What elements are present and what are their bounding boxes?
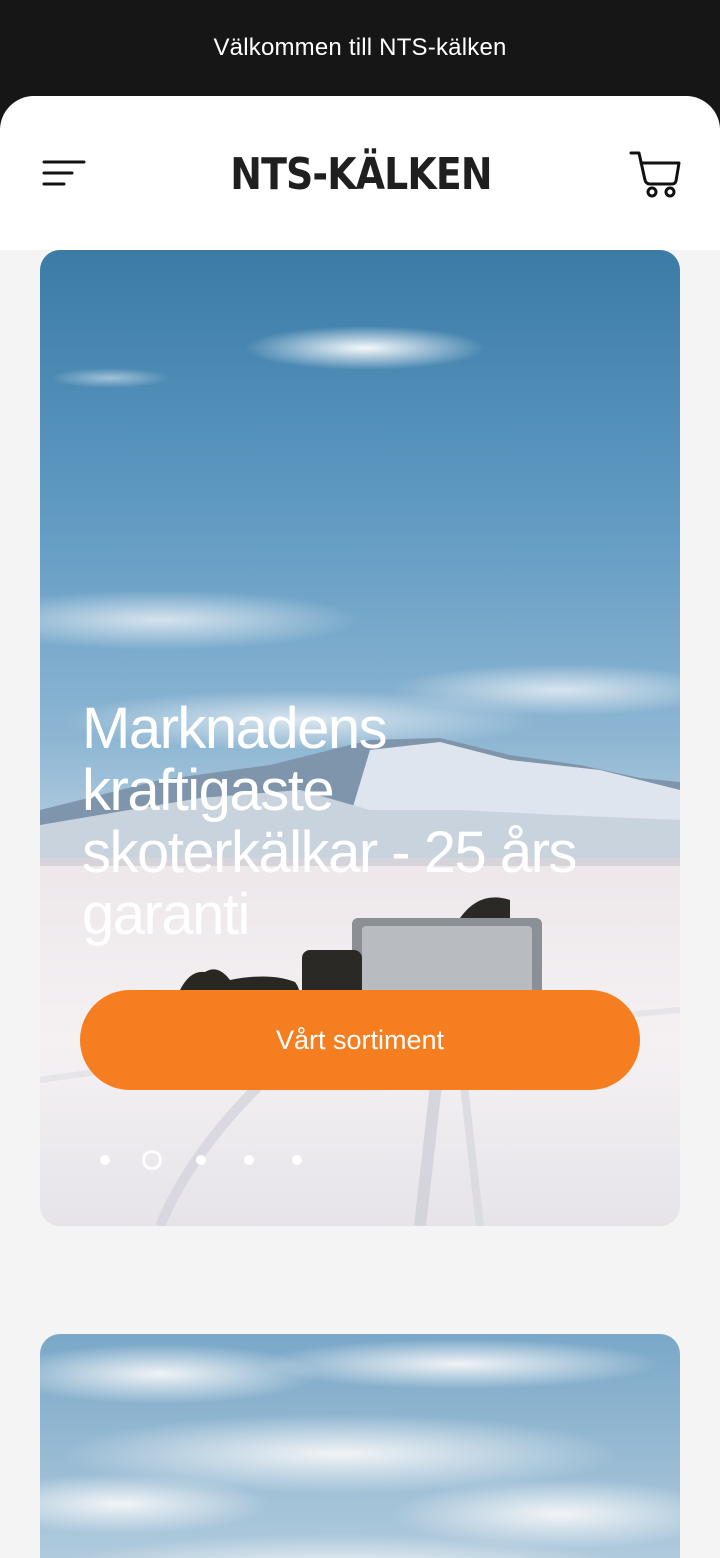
secondary-banner-image — [40, 1334, 680, 1558]
site-header: NTS-KÄLKEN — [0, 96, 720, 250]
slide-dot-1[interactable] — [100, 1155, 110, 1165]
hamburger-menu-icon — [42, 160, 86, 186]
logo-text: NTS-KÄLKEN — [230, 148, 492, 200]
hero-title: Marknadens kraftigaste skoterkälkar - 25… — [82, 696, 577, 947]
menu-button[interactable] — [40, 154, 88, 192]
cart-button[interactable] — [628, 148, 682, 200]
site-logo[interactable]: NTS-KÄLKEN — [230, 142, 492, 206]
slide-pagination — [96, 1148, 316, 1172]
slide-dot-5[interactable] — [292, 1155, 302, 1165]
shopping-cart-icon — [629, 151, 681, 198]
secondary-banner — [40, 1334, 680, 1558]
slide-dot-4[interactable] — [244, 1155, 254, 1165]
announcement-text: Välkommen till NTS-kälken — [213, 34, 507, 61]
slide-dot-3[interactable] — [196, 1155, 206, 1165]
hero-slideshow: Marknadens kraftigaste skoterkälkar - 25… — [40, 250, 680, 1226]
slide-dot-2[interactable] — [142, 1150, 162, 1170]
shop-collection-button[interactable]: Vårt sortiment — [80, 990, 640, 1090]
